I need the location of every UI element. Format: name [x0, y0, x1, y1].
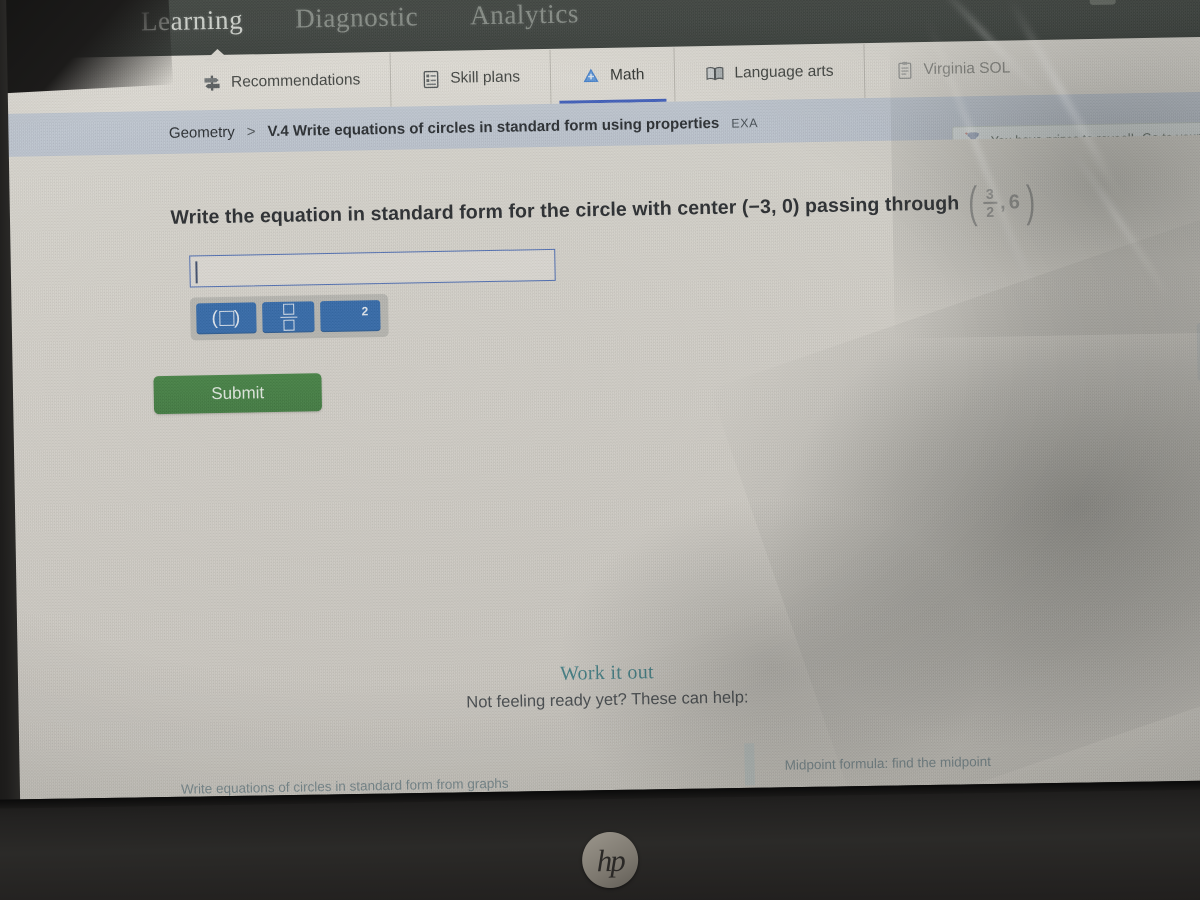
breadcrumb: Geometry > V.4 Write equations of circle…	[169, 114, 759, 141]
fraction-denominator: 2	[986, 203, 995, 220]
work-it-out-section: Work it out Not feeling ready yet? These…	[0, 651, 1200, 722]
math-triangle-icon	[581, 66, 601, 86]
close-paren: )	[1025, 177, 1036, 227]
avatar[interactable]: ◎	[1089, 0, 1116, 5]
text-caret	[195, 261, 198, 284]
answer-area: () 2	[189, 248, 556, 341]
question-page: Write the equation in standard form for …	[0, 134, 1200, 836]
welcome-area[interactable]: ◎ Welcome, M	[1089, 0, 1200, 5]
answer-input[interactable]	[189, 248, 556, 288]
open-book-icon	[705, 64, 725, 84]
nav-link-diagnostic[interactable]: Diagnostic	[295, 1, 419, 34]
fraction-three-halves: 3 2	[983, 185, 998, 220]
open-paren: (	[967, 178, 978, 228]
right-edge-widget-top[interactable]	[1196, 322, 1200, 382]
clipboard-icon	[894, 60, 914, 80]
breadcrumb-skill-badge: EXA	[731, 115, 759, 131]
tab-recommendations[interactable]: Recommendations	[171, 52, 392, 111]
point-y-value: 6	[1008, 190, 1021, 214]
breadcrumb-skill-title: V.4 Write equations of circles in standa…	[267, 114, 720, 140]
fraction-numerator: 3	[985, 185, 994, 202]
laptop-screen-photo: Learning Diagnostic Analytics ◎ Welcome,…	[0, 0, 1200, 900]
exponent-label: 2	[361, 304, 369, 319]
parentheses-key[interactable]: ()	[196, 302, 257, 335]
tab-label: Virginia SOL	[923, 59, 1011, 79]
exponent-key[interactable]: 2	[320, 300, 381, 333]
tab-language-arts[interactable]: Language arts	[674, 44, 866, 102]
tab-skill-plans[interactable]: Skill plans	[390, 49, 552, 107]
question-text: Write the equation in standard form for …	[170, 177, 1038, 234]
help-card-edge	[744, 743, 756, 786]
checklist-icon	[421, 69, 441, 89]
tab-label: Recommendations	[230, 71, 361, 91]
passing-through-point: ( 3 2 , 6 )	[965, 177, 1038, 228]
hp-logo: hp	[581, 831, 639, 889]
submit-button[interactable]: Submit	[153, 373, 323, 415]
tab-label: Language arts	[734, 62, 834, 82]
tab-label: Skill plans	[450, 68, 521, 87]
point-separator: ,	[999, 191, 1006, 214]
fraction-glyph-icon	[279, 303, 298, 332]
fraction-key[interactable]	[262, 301, 315, 334]
top-nav-links: Learning Diagnostic Analytics	[141, 0, 580, 37]
question-sentence: Write the equation in standard form for …	[170, 191, 960, 229]
laptop-bottom-bezel: hp	[0, 780, 1200, 900]
nav-link-analytics[interactable]: Analytics	[470, 0, 579, 31]
active-nav-pointer-icon	[204, 48, 231, 62]
screen-surface: Learning Diagnostic Analytics ◎ Welcome,…	[0, 0, 1200, 836]
breadcrumb-subject[interactable]: Geometry	[169, 123, 235, 141]
help-link-midpoint[interactable]: Midpoint formula: find the midpoint	[785, 754, 992, 773]
signpost-icon	[202, 73, 222, 93]
tab-label: Math	[609, 66, 645, 84]
tab-math[interactable]: Math	[550, 47, 676, 104]
bezel-top-left-corner	[0, 0, 173, 96]
placeholder-square-icon	[218, 310, 235, 327]
chevron-right-icon: >	[246, 122, 256, 140]
tab-virginia-sol[interactable]: Virginia SOL	[864, 41, 1041, 98]
math-keypad: () 2	[189, 293, 389, 341]
